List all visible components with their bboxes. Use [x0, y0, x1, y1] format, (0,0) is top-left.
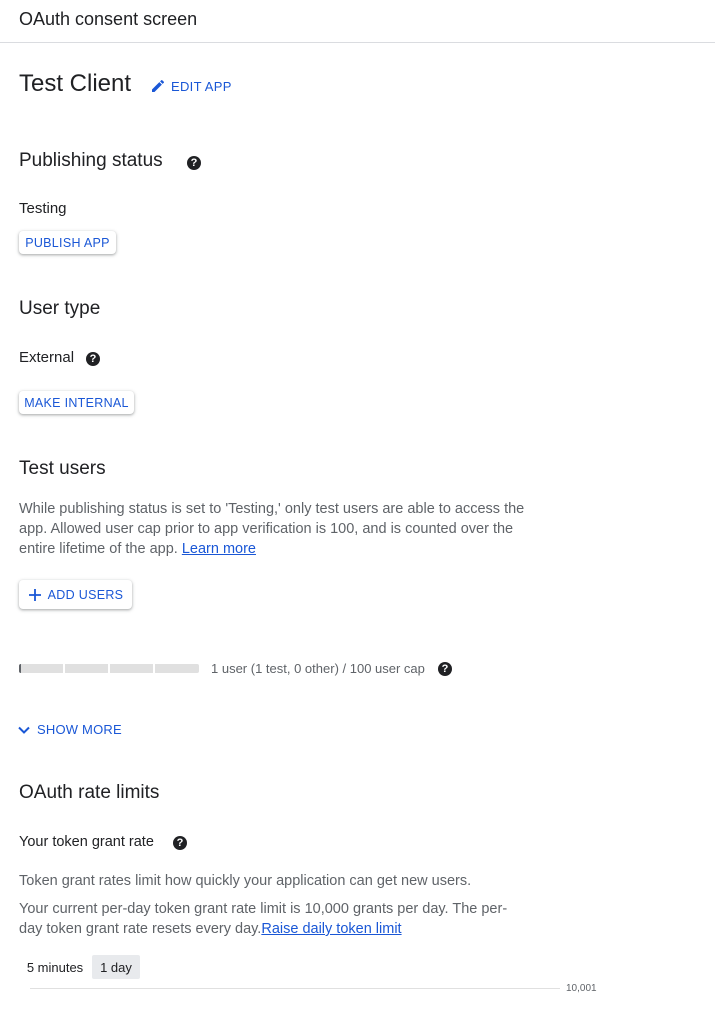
- publishing-status-heading: Publishing status: [19, 150, 163, 171]
- publish-app-button[interactable]: PUBLISH APP: [19, 231, 116, 254]
- user-cap-progress: [19, 664, 199, 673]
- rate-limits-current: Your current per-day token grant rate li…: [19, 899, 524, 939]
- help-icon[interactable]: ?: [438, 662, 452, 676]
- test-users-description: While publishing status is set to 'Testi…: [19, 499, 539, 559]
- page-title: OAuth consent screen: [19, 9, 198, 29]
- make-internal-label: MAKE INTERNAL: [24, 395, 129, 410]
- add-users-button[interactable]: ADD USERS: [19, 580, 132, 609]
- top-bar: OAuth consent screen: [0, 0, 715, 43]
- help-icon[interactable]: ?: [86, 352, 100, 366]
- edit-app-button[interactable]: EDIT APP: [150, 78, 232, 94]
- learn-more-link[interactable]: Learn more: [182, 541, 256, 557]
- make-internal-button[interactable]: MAKE INTERNAL: [19, 391, 134, 414]
- token-grant-rate-heading: Your token grant rate: [19, 834, 154, 850]
- user-cap-text: 1 user (1 test, 0 other) / 100 user cap: [211, 661, 425, 676]
- app-name: Test Client: [19, 70, 132, 97]
- chart-axis-max-label: 10,001: [566, 983, 597, 994]
- show-more-button[interactable]: SHOW MORE: [17, 722, 122, 737]
- user-type-value: External: [19, 349, 75, 366]
- edit-app-label: EDIT APP: [171, 78, 232, 94]
- help-icon[interactable]: ?: [187, 156, 201, 170]
- help-icon[interactable]: ?: [173, 836, 187, 850]
- publish-app-label: PUBLISH APP: [25, 235, 110, 250]
- range-5-minutes[interactable]: 5 minutes: [19, 955, 91, 979]
- publishing-status-value: Testing: [19, 200, 67, 217]
- test-users-description-text: While publishing status is set to 'Testi…: [19, 501, 525, 557]
- user-type-heading: User type: [19, 298, 101, 319]
- test-users-heading: Test users: [19, 458, 106, 479]
- add-users-label: ADD USERS: [47, 587, 124, 602]
- chart-axis-line: [30, 988, 560, 989]
- show-more-label: SHOW MORE: [37, 722, 122, 737]
- chevron-down-icon: [18, 726, 30, 734]
- pencil-icon: [152, 79, 165, 92]
- range-1-day[interactable]: 1 day: [92, 955, 140, 979]
- rate-limits-description: Token grant rates limit how quickly your…: [19, 873, 472, 889]
- plus-icon: [28, 588, 41, 601]
- raise-limit-link[interactable]: Raise daily token limit: [261, 921, 401, 937]
- user-cap-progress-fill: [19, 664, 21, 673]
- rate-limits-heading: OAuth rate limits: [19, 782, 160, 803]
